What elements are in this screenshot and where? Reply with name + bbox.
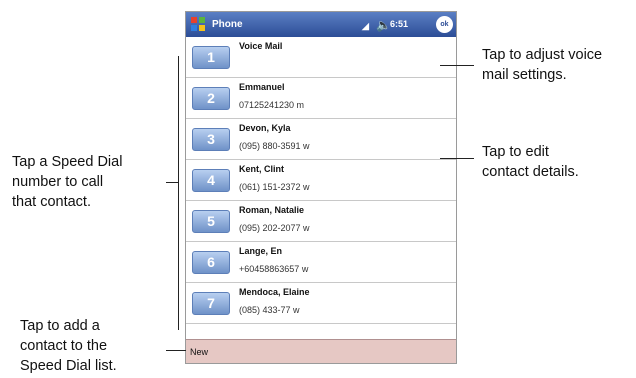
bracket-line bbox=[178, 56, 179, 330]
leader-line bbox=[166, 350, 186, 351]
speed-dial-entry-2[interactable]: 2 Emmanuel 07125241230 m bbox=[186, 78, 456, 119]
callout-voice-mail: Tap to adjust voice mail settings. bbox=[482, 45, 602, 85]
contact-name: Emmanuel bbox=[239, 82, 285, 92]
callout-line: contact details. bbox=[482, 164, 579, 180]
clock[interactable]: 6:51 bbox=[390, 19, 408, 29]
contact-name: Mendoca, Elaine bbox=[239, 287, 310, 297]
speed-dial-number-button[interactable]: 7 bbox=[192, 292, 230, 315]
speed-dial-number-button[interactable]: 4 bbox=[192, 169, 230, 192]
callout-line: Tap to add a bbox=[20, 318, 100, 334]
contact-name: Kent, Clint bbox=[239, 164, 284, 174]
contact-name: Voice Mail bbox=[239, 41, 283, 51]
title-bar: Phone ◢ 🔈 6:51 ok bbox=[186, 12, 456, 37]
speed-dial-number-button[interactable]: 3 bbox=[192, 128, 230, 151]
speed-dial-entry-5[interactable]: 5 Roman, Natalie (095) 202-2077 w bbox=[186, 201, 456, 242]
app-title: Phone bbox=[212, 19, 243, 30]
callout-line: Speed Dial list. bbox=[20, 358, 117, 374]
callout-line: Tap to edit bbox=[482, 144, 549, 160]
new-menu-item[interactable]: New bbox=[190, 347, 208, 357]
speed-dial-entry-1[interactable]: 1 Voice Mail bbox=[186, 37, 456, 78]
leader-line bbox=[440, 65, 474, 66]
contact-name: Roman, Natalie bbox=[239, 205, 305, 215]
speed-dial-entry-4[interactable]: 4 Kent, Clint (061) 151-2372 w bbox=[186, 160, 456, 201]
callout-add-contact: Tap to add a contact to the Speed Dial l… bbox=[20, 316, 117, 376]
speed-dial-entry-3[interactable]: 3 Devon, Kyla (095) 880-3591 w bbox=[186, 119, 456, 160]
callout-line: that contact. bbox=[12, 194, 91, 210]
windows-start-icon[interactable] bbox=[190, 16, 206, 32]
callout-line: number to call bbox=[12, 174, 104, 190]
contact-name: Lange, En bbox=[239, 246, 283, 256]
contact-phone: (061) 151-2372 w bbox=[239, 182, 310, 192]
callout-line: Tap a Speed Dial bbox=[12, 154, 123, 170]
callout-line: mail settings. bbox=[482, 67, 567, 83]
speed-dial-number-button[interactable]: 5 bbox=[192, 210, 230, 233]
callout-line: Tap to adjust voice bbox=[482, 47, 603, 63]
phone-screen: Phone ◢ 🔈 6:51 ok 1 Voice Mail 2 Emmanue… bbox=[185, 11, 457, 364]
contact-phone: (085) 433-77 w bbox=[239, 305, 300, 315]
signal-icon[interactable]: ◢ bbox=[362, 22, 369, 31]
contact-name: Devon, Kyla bbox=[239, 123, 291, 133]
contact-phone: +60458863657 w bbox=[239, 264, 309, 274]
callout-edit-contact: Tap to edit contact details. bbox=[482, 142, 579, 182]
speed-dial-number-button[interactable]: 6 bbox=[192, 251, 230, 274]
speed-dial-entry-6[interactable]: 6 Lange, En +60458863657 w bbox=[186, 242, 456, 283]
leader-line bbox=[166, 182, 178, 183]
contact-phone: (095) 202-2077 w bbox=[239, 223, 310, 233]
menu-bar: New bbox=[186, 339, 456, 363]
callout-line: contact to the bbox=[20, 338, 108, 354]
callout-speed-dial-call: Tap a Speed Dial number to call that con… bbox=[12, 152, 122, 212]
speed-dial-entry-7[interactable]: 7 Mendoca, Elaine (085) 433-77 w bbox=[186, 283, 456, 324]
volume-icon[interactable]: 🔈 bbox=[376, 19, 391, 31]
contact-phone: 07125241230 m bbox=[239, 100, 305, 110]
speed-dial-number-button[interactable]: 1 bbox=[192, 46, 230, 69]
leader-line bbox=[440, 158, 474, 159]
speed-dial-number-button[interactable]: 2 bbox=[192, 87, 230, 110]
speed-dial-list: 1 Voice Mail 2 Emmanuel 07125241230 m 3 … bbox=[186, 37, 456, 324]
contact-phone: (095) 880-3591 w bbox=[239, 141, 310, 151]
ok-button[interactable]: ok bbox=[436, 16, 453, 33]
